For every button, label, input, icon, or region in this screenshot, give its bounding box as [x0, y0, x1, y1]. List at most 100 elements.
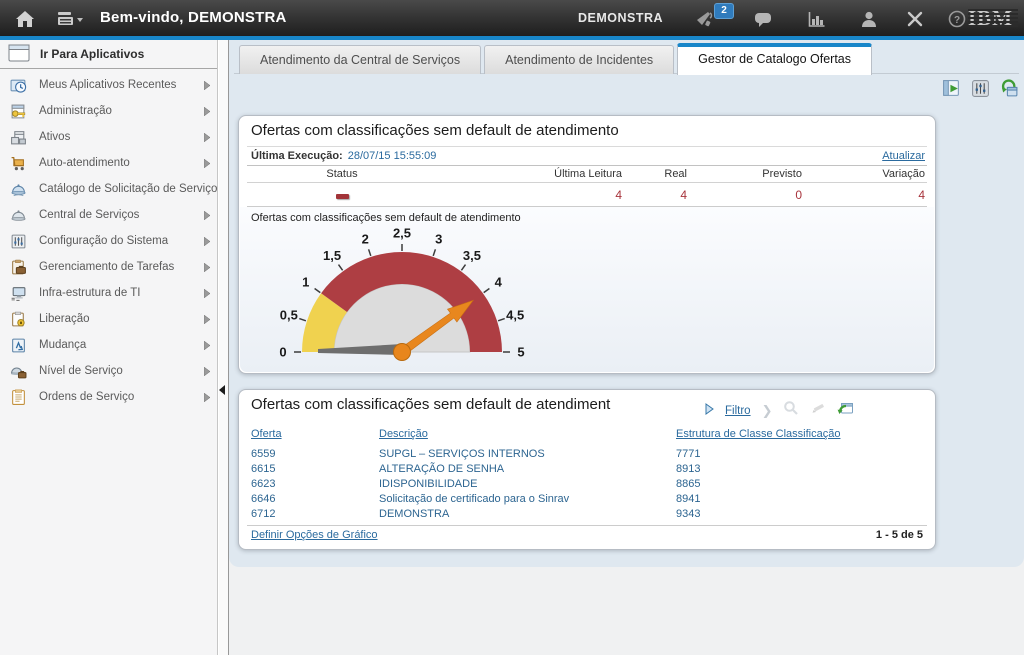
cell-estrutura[interactable]: 8941 — [676, 493, 935, 505]
kpi-variacao-value: 4 — [802, 188, 927, 202]
recent-apps-icon — [8, 77, 28, 94]
submenu-arrow-icon — [204, 107, 210, 116]
tab-atendimento-incidentes[interactable]: Atendimento de Incidentes — [484, 45, 674, 74]
table-row: 6623IDISPONIBILIDADE8865 — [239, 476, 935, 491]
cell-estrutura[interactable]: 8865 — [676, 478, 935, 490]
cell-oferta[interactable]: 6623 — [239, 478, 379, 490]
gauge-tick-label: 2 — [362, 231, 369, 246]
col-previsto: Previsto — [687, 168, 802, 180]
last-execution-value: 28/07/15 15:55:09 — [348, 150, 437, 162]
administration-icon — [8, 103, 28, 120]
logout-icon[interactable] — [904, 8, 926, 30]
goto-menu-icon[interactable] — [56, 8, 78, 30]
edit-icon[interactable] — [810, 400, 826, 421]
cell-oferta[interactable]: 6712 — [239, 508, 379, 520]
change-clipboard-icon — [8, 337, 28, 354]
col-descricao[interactable]: Descrição — [379, 428, 428, 440]
cell-oferta[interactable]: 6559 — [239, 448, 379, 460]
offers-portlet: Ofertas com classificações sem default d… — [238, 389, 936, 550]
sidebar-item-configuracao-sistema[interactable]: Configuração do Sistema — [0, 228, 217, 254]
gauge-tick-label: 1 — [302, 275, 309, 290]
kpi-table-header: Status Última Leitura Real Previsto Vari… — [247, 165, 927, 183]
sidebar-resize-strip[interactable] — [217, 40, 229, 655]
service-bell-icon — [8, 207, 28, 224]
gauge-tick — [498, 319, 505, 321]
sidebar-item-meus-aplicativos-recentes[interactable]: Meus Aplicativos Recentes — [0, 72, 217, 98]
sidebar-item-label: Catálogo de Solicitação de Serviço — [39, 183, 217, 195]
col-ultima-leitura: Última Leitura — [437, 168, 622, 180]
search-icon[interactable] — [783, 400, 799, 421]
cell-descricao[interactable]: SUPGL – SERVIÇOS INTERNOS — [379, 448, 676, 460]
tab-atendimento-central[interactable]: Atendimento da Central de Serviços — [239, 45, 481, 74]
col-status: Status — [247, 168, 437, 180]
sidebar-item-label: Configuração do Sistema — [39, 235, 168, 247]
gauge-tick-label: 0 — [279, 345, 286, 360]
sidebar-item-label: Infra-estrutura de TI — [39, 287, 140, 299]
cell-descricao[interactable]: IDISPONIBILIDADE — [379, 478, 676, 490]
open-in-window-icon[interactable] — [837, 400, 854, 421]
sidebar-item-catalogo-solicitacao[interactable]: Catálogo de Solicitação de Serviço — [0, 176, 217, 202]
filter-expand-icon[interactable] — [705, 402, 714, 420]
catalog-bell-icon — [8, 181, 28, 198]
cell-descricao[interactable]: DEMONSTRA — [379, 508, 676, 520]
update-startcenter-icon[interactable] — [1000, 79, 1019, 98]
release-lock-icon — [8, 311, 28, 328]
bar-chart-icon[interactable] — [806, 8, 828, 30]
sidebar-item-mudanca[interactable]: Mudança — [0, 332, 217, 358]
welcome-title: Bem-vindo, DEMONSTRA — [100, 0, 287, 36]
notification-badge[interactable]: 2 — [714, 3, 734, 19]
col-oferta[interactable]: Oferta — [251, 428, 282, 440]
tab-gestor-catalogo[interactable]: Gestor de Catalogo Ofertas — [677, 43, 872, 75]
ibm-logo-stripes — [968, 7, 1018, 29]
chat-bubble-icon[interactable] — [752, 8, 774, 30]
atualizar-link[interactable]: Atualizar — [882, 150, 925, 162]
cell-descricao[interactable]: ALTERAÇÃO DE SENHA — [379, 463, 676, 475]
cell-oferta[interactable]: 6615 — [239, 463, 379, 475]
sidebar-menu: Meus Aplicativos Recentes Administração At… — [0, 72, 217, 410]
sliders-icon — [8, 233, 28, 250]
profile-icon[interactable] — [858, 8, 880, 30]
last-execution-row: Última Execução: 28/07/15 15:55:09 Atual… — [247, 146, 927, 166]
cell-estrutura[interactable]: 7771 — [676, 448, 935, 460]
sidebar-item-label: Mudança — [39, 339, 86, 351]
gauge-tick — [339, 265, 343, 271]
cell-estrutura[interactable]: 8913 — [676, 463, 935, 475]
cell-descricao[interactable]: Solicitação de certificado para o Sinrav — [379, 493, 676, 505]
layout-settings-icon[interactable] — [971, 79, 990, 98]
service-level-icon — [8, 363, 28, 380]
sidebar-item-central-servicos[interactable]: Central de Serviços — [0, 202, 217, 228]
ibm-control-desk-app: Bem-vindo, DEMONSTRA DEMONSTRA 2 ? IBM — [0, 0, 1024, 655]
kpi-real-value: 4 — [622, 188, 687, 202]
sidebar-item-auto-atendimento[interactable]: Auto-atendimento — [0, 150, 217, 176]
sidebar-item-gerenciamento-tarefas[interactable]: Gerenciamento de Tarefas — [0, 254, 217, 280]
cell-estrutura[interactable]: 9343 — [676, 508, 935, 520]
help-icon[interactable]: ? — [946, 8, 968, 30]
announcements-icon[interactable] — [694, 8, 716, 30]
gauge-tick — [461, 265, 465, 271]
gauge-tick-label: 4,5 — [506, 308, 524, 323]
computer-icon — [8, 285, 28, 302]
gauge-hub — [394, 344, 411, 361]
display-settings-icon[interactable] — [942, 79, 961, 98]
sidebar-item-label: Administração — [39, 105, 112, 117]
gauge-chart-container: 00,511,522,533,544,55 — [277, 226, 527, 371]
sidebar: Ir Para Aplicativos Meus Aplicativos Rec… — [0, 40, 229, 655]
sidebar-item-ativos[interactable]: Ativos — [0, 124, 217, 150]
graph-options-link[interactable]: Definir Opções de Gráfico — [251, 529, 378, 541]
sidebar-item-label: Auto-atendimento — [39, 157, 130, 169]
sidebar-item-ordens-servico[interactable]: Ordens de Serviço — [0, 384, 217, 410]
sidebar-item-nivel-servico[interactable]: Nível de Serviço — [0, 358, 217, 384]
sidebar-item-administracao[interactable]: Administração — [0, 98, 217, 124]
submenu-arrow-icon — [204, 133, 210, 142]
gauge-tick — [369, 249, 371, 256]
submenu-arrow-icon — [204, 289, 210, 298]
filtro-link[interactable]: Filtro — [725, 405, 751, 417]
sidebar-item-liberacao[interactable]: Liberação — [0, 306, 217, 332]
sidebar-item-label: Liberação — [39, 313, 90, 325]
sidebar-collapse-handle[interactable] — [219, 382, 225, 400]
col-estrutura[interactable]: Estrutura de Classe Classificação — [676, 428, 840, 440]
sidebar-item-infra-estrutura-ti[interactable]: Infra-estrutura de TI — [0, 280, 217, 306]
cell-oferta[interactable]: 6646 — [239, 493, 379, 505]
top-header-bar: Bem-vindo, DEMONSTRA DEMONSTRA 2 ? IBM — [0, 0, 1024, 36]
home-icon[interactable] — [14, 8, 36, 30]
